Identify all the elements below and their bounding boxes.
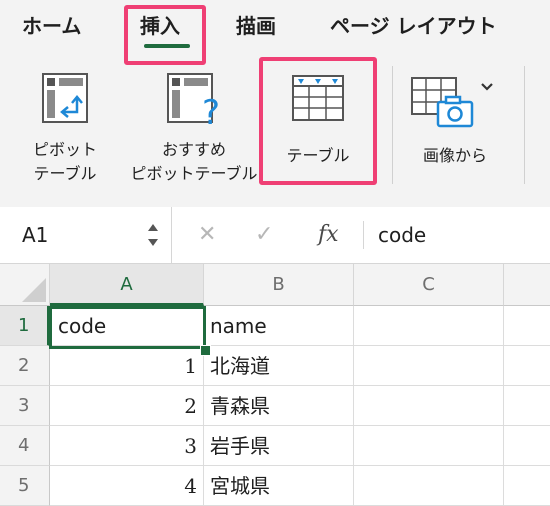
cell-a2[interactable]: 1 (50, 346, 204, 386)
cell-b1[interactable]: name (204, 306, 354, 346)
select-all-corner[interactable] (0, 264, 50, 306)
picture-icon (411, 77, 493, 128)
cell-a1[interactable]: code (50, 306, 204, 346)
cell-c4[interactable] (354, 426, 504, 466)
row-header-4[interactable]: 4 (0, 426, 50, 466)
picture-button[interactable]: 画像から (400, 72, 510, 168)
cell-d1[interactable] (504, 306, 550, 346)
ribbon: ホーム 挿入 描画 ページ レイアウト ピボット テーブル ? おすすめ ピボッ… (0, 0, 550, 208)
fx-icon[interactable]: fx (318, 220, 339, 250)
worksheet-grid: A B C 1 code name 2 1 北海道 3 2 青森県 4 3 岩手… (0, 264, 550, 506)
recommended-pivot-table-button[interactable]: ? おすすめ ピボットテーブル (116, 72, 272, 186)
cell-c3[interactable] (354, 386, 504, 426)
column-header-a[interactable]: A (50, 264, 204, 306)
formula-bar: A1 ✕ ✓ fx code (0, 207, 550, 264)
cell-b4[interactable]: 岩手県 (204, 426, 354, 466)
cell-a4[interactable]: 3 (50, 426, 204, 466)
formula-separator (363, 221, 364, 249)
column-header-c[interactable]: C (354, 264, 504, 306)
column-header-b[interactable]: B (204, 264, 354, 306)
name-box-stepper-icon[interactable] (146, 220, 160, 250)
recommended-pivot-label-2: ピボットテーブル (130, 164, 258, 183)
highlight-box-table (259, 57, 377, 185)
cell-b2[interactable]: 北海道 (204, 346, 354, 386)
pivot-table-label-1: ピボット (32, 140, 97, 159)
enter-icon[interactable]: ✓ (255, 220, 273, 250)
cell-b3[interactable]: 青森県 (204, 386, 354, 426)
row-header-5[interactable]: 5 (0, 466, 50, 506)
pivot-table-icon (42, 73, 88, 123)
cell-a5[interactable]: 4 (50, 466, 204, 506)
cell-d4[interactable] (504, 426, 550, 466)
cell-b5[interactable]: 宮城県 (204, 466, 354, 506)
svg-text:?: ? (202, 93, 220, 126)
row-header-2[interactable]: 2 (0, 346, 50, 386)
cell-a3[interactable]: 2 (50, 386, 204, 426)
picture-label: 画像から (422, 146, 487, 165)
recommended-pivot-icon: ? (167, 73, 220, 126)
tab-page-layout[interactable]: ページ レイアウト (330, 10, 497, 42)
highlight-box-insert-tab (124, 5, 206, 65)
formula-input[interactable]: code (378, 220, 426, 250)
cell-c5[interactable] (354, 466, 504, 506)
tab-draw[interactable]: 描画 (236, 10, 276, 42)
name-box-value[interactable]: A1 (22, 220, 48, 250)
cell-c1[interactable] (354, 306, 504, 346)
cell-d2[interactable] (504, 346, 550, 386)
cell-c2[interactable] (354, 346, 504, 386)
recommended-pivot-label-1: おすすめ (161, 140, 226, 159)
ribbon-separator-2 (524, 66, 525, 184)
column-header-d[interactable] (504, 264, 550, 306)
cell-d3[interactable] (504, 386, 550, 426)
row-header-1[interactable]: 1 (0, 306, 50, 346)
name-box[interactable]: A1 (0, 207, 172, 263)
fill-handle[interactable] (200, 345, 211, 356)
ribbon-separator (392, 66, 393, 184)
tab-home[interactable]: ホーム (22, 10, 81, 42)
select-all-icon (22, 278, 46, 302)
row-header-3[interactable]: 3 (0, 386, 50, 426)
cell-d5[interactable] (504, 466, 550, 506)
cancel-icon[interactable]: ✕ (198, 220, 216, 250)
chevron-down-icon (481, 83, 493, 91)
pivot-table-label-2: テーブル (33, 164, 97, 183)
pivot-table-button[interactable]: ピボット テーブル (22, 72, 108, 186)
